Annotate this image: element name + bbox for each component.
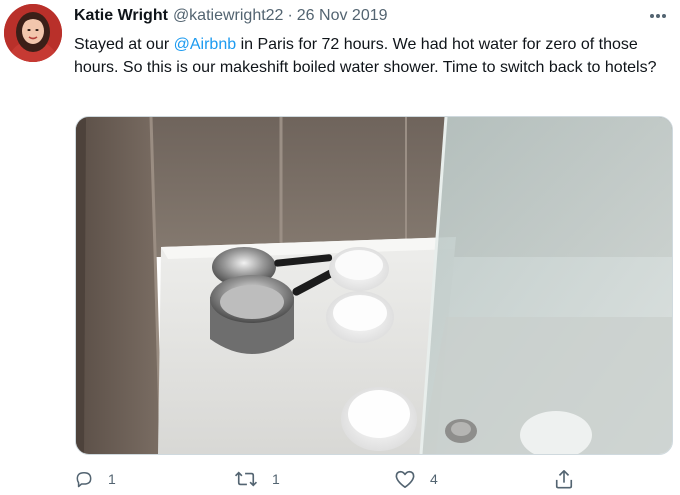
- more-options-button[interactable]: [646, 6, 670, 26]
- action-bar: 1 1 4: [74, 466, 674, 492]
- tweet-date[interactable]: 26 Nov 2019: [297, 7, 388, 25]
- retweet-count: 1: [272, 471, 280, 487]
- retweet-icon: [234, 471, 258, 487]
- more-dots-icon: [650, 14, 666, 18]
- tweet-text: Stayed at our @Airbnb in Paris for 72 ho…: [74, 33, 668, 79]
- author-name[interactable]: Katie Wright: [74, 7, 168, 25]
- like-button[interactable]: 4: [394, 466, 438, 492]
- like-count: 4: [430, 471, 438, 487]
- share-button[interactable]: [554, 466, 574, 492]
- retweet-button[interactable]: 1: [234, 466, 280, 492]
- reply-button[interactable]: 1: [74, 466, 116, 492]
- shower-photo: [76, 117, 672, 454]
- separator-dot: ·: [287, 7, 293, 24]
- avatar[interactable]: [4, 4, 62, 62]
- tweet-card[interactable]: Katie Wright @katiewright22 · 26 Nov 201…: [0, 0, 680, 495]
- tweet-photo[interactable]: [75, 116, 673, 455]
- reply-icon: [76, 472, 92, 488]
- tweet-text-start: Stayed at our: [74, 36, 174, 53]
- mention-link[interactable]: @Airbnb: [174, 36, 237, 53]
- avatar-image: [4, 4, 62, 62]
- reply-count: 1: [108, 471, 116, 487]
- author-handle[interactable]: @katiewright22: [173, 7, 284, 25]
- share-icon: [555, 470, 573, 489]
- heart-icon: [395, 470, 415, 488]
- tweet-header: Katie Wright @katiewright22 · 26 Nov 201…: [74, 7, 388, 29]
